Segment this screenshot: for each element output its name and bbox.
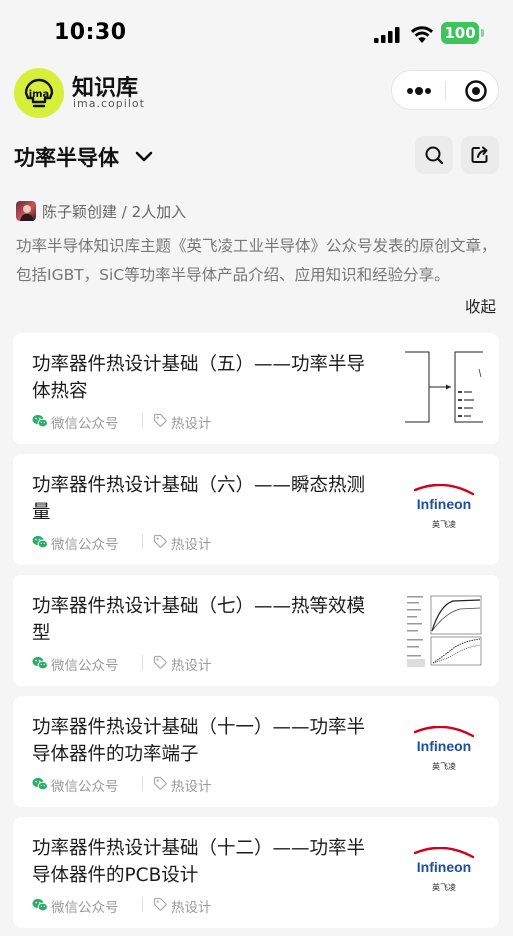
article-title: 功率器件热设计基础（五）——功率半导体热容: [32, 354, 366, 402]
ima-logo: ima: [14, 68, 64, 118]
article-tag: 热设计: [171, 537, 212, 553]
article-title: 功率器件热设计基础（六）——瞬态热测量: [32, 475, 366, 523]
infineon-logo: Infineon 英飞凌: [413, 484, 475, 529]
battery-tip: [481, 29, 484, 37]
infineon-cn-name: 英飞凌: [432, 761, 456, 771]
tag-icon: [153, 655, 167, 669]
article-card[interactable]: 功率器件热设计基础（十一）——功率半导体器件的功率端子 微信公众号 热设计 In…: [13, 696, 499, 807]
meta-divider: [142, 413, 143, 428]
tag-icon: [153, 897, 167, 911]
wechat-icon: [32, 656, 48, 670]
article-thumbnail: [405, 593, 483, 669]
share-icon: [471, 146, 488, 163]
infineon-logo: Infineon 英飞凌: [413, 726, 475, 771]
wechat-icon: [32, 777, 48, 791]
creator-avatar: [16, 201, 36, 221]
meta-divider: [142, 776, 143, 791]
meta-divider: [142, 534, 143, 549]
status-bar: 10:30 100: [0, 0, 513, 64]
tag-icon: [153, 776, 167, 790]
brand-subtitle: ima.copilot: [73, 97, 145, 110]
article-thumbnail: [405, 351, 483, 427]
record-icon: [465, 80, 487, 102]
signal-icon: [374, 27, 400, 43]
article-card[interactable]: 功率器件热设计基础（十二）——功率半导体器件的PCB设计 微信公众号 热设计 I…: [13, 817, 499, 928]
tag-icon: [153, 534, 167, 548]
infineon-cn-name: 英飞凌: [432, 519, 456, 529]
wechat-icon: [32, 414, 48, 428]
article-tag: 热设计: [171, 658, 212, 674]
article-card[interactable]: 功率器件热设计基础（六）——瞬态热测量 微信公众号 热设计 Infineon 英…: [13, 454, 499, 565]
infineon-wordmark: Infineon: [417, 738, 471, 754]
wechat-icon: [32, 535, 48, 549]
battery-indicator: 100: [441, 22, 479, 44]
collapse-button[interactable]: 收起: [465, 295, 496, 317]
infineon-wordmark: Infineon: [417, 859, 471, 875]
knowledge-base-description: 功率半导体知识库主题《英飞凌工业半导体》公众号发表的原创文章，包括IGBT，Si…: [16, 237, 497, 284]
infineon-wordmark: Infineon: [417, 496, 471, 512]
wechat-icon: [32, 898, 48, 912]
creator-info: 陈子颖创建 / 2人加入: [42, 203, 187, 221]
article-title: 功率器件热设计基础（七）——热等效模型: [32, 596, 366, 644]
mini-program-capsule: [391, 70, 499, 110]
article-source: 微信公众号: [51, 900, 119, 916]
close-capsule-button[interactable]: [446, 71, 499, 111]
share-button[interactable]: [461, 136, 499, 174]
article-source: 微信公众号: [51, 779, 119, 795]
app-header: ima 知识库 ima.copilot: [0, 64, 513, 120]
article-tag: 热设计: [171, 779, 212, 795]
more-dots-icon: [407, 87, 431, 95]
meta-divider: [142, 655, 143, 670]
article-source: 微信公众号: [51, 658, 119, 674]
article-source: 微信公众号: [51, 416, 119, 432]
search-icon: [425, 146, 444, 165]
article-card[interactable]: 功率器件热设计基础（七）——热等效模型 微信公众号 热设计: [13, 575, 499, 686]
search-button[interactable]: [415, 136, 453, 174]
tag-icon: [153, 413, 167, 427]
infineon-cn-name: 英飞凌: [432, 882, 456, 892]
article-card[interactable]: 功率器件热设计基础（五）——功率半导体热容 微信公众号 热设计: [13, 333, 499, 444]
logo-text: ima: [29, 89, 50, 100]
chevron-down-icon[interactable]: [133, 146, 155, 166]
article-title: 功率器件热设计基础（十一）——功率半导体器件的功率端子: [32, 717, 366, 765]
more-button[interactable]: [392, 71, 445, 111]
status-time: 10:30: [54, 20, 127, 45]
article-title: 功率器件热设计基础（十二）——功率半导体器件的PCB设计: [32, 838, 366, 886]
infineon-logo: Infineon 英飞凌: [413, 847, 475, 892]
article-tag: 热设计: [171, 900, 212, 916]
knowledge-base-title[interactable]: 功率半导体: [14, 142, 119, 172]
article-source: 微信公众号: [51, 537, 119, 553]
meta-divider: [142, 897, 143, 912]
wifi-icon: [411, 26, 433, 43]
article-tag: 热设计: [171, 416, 212, 432]
